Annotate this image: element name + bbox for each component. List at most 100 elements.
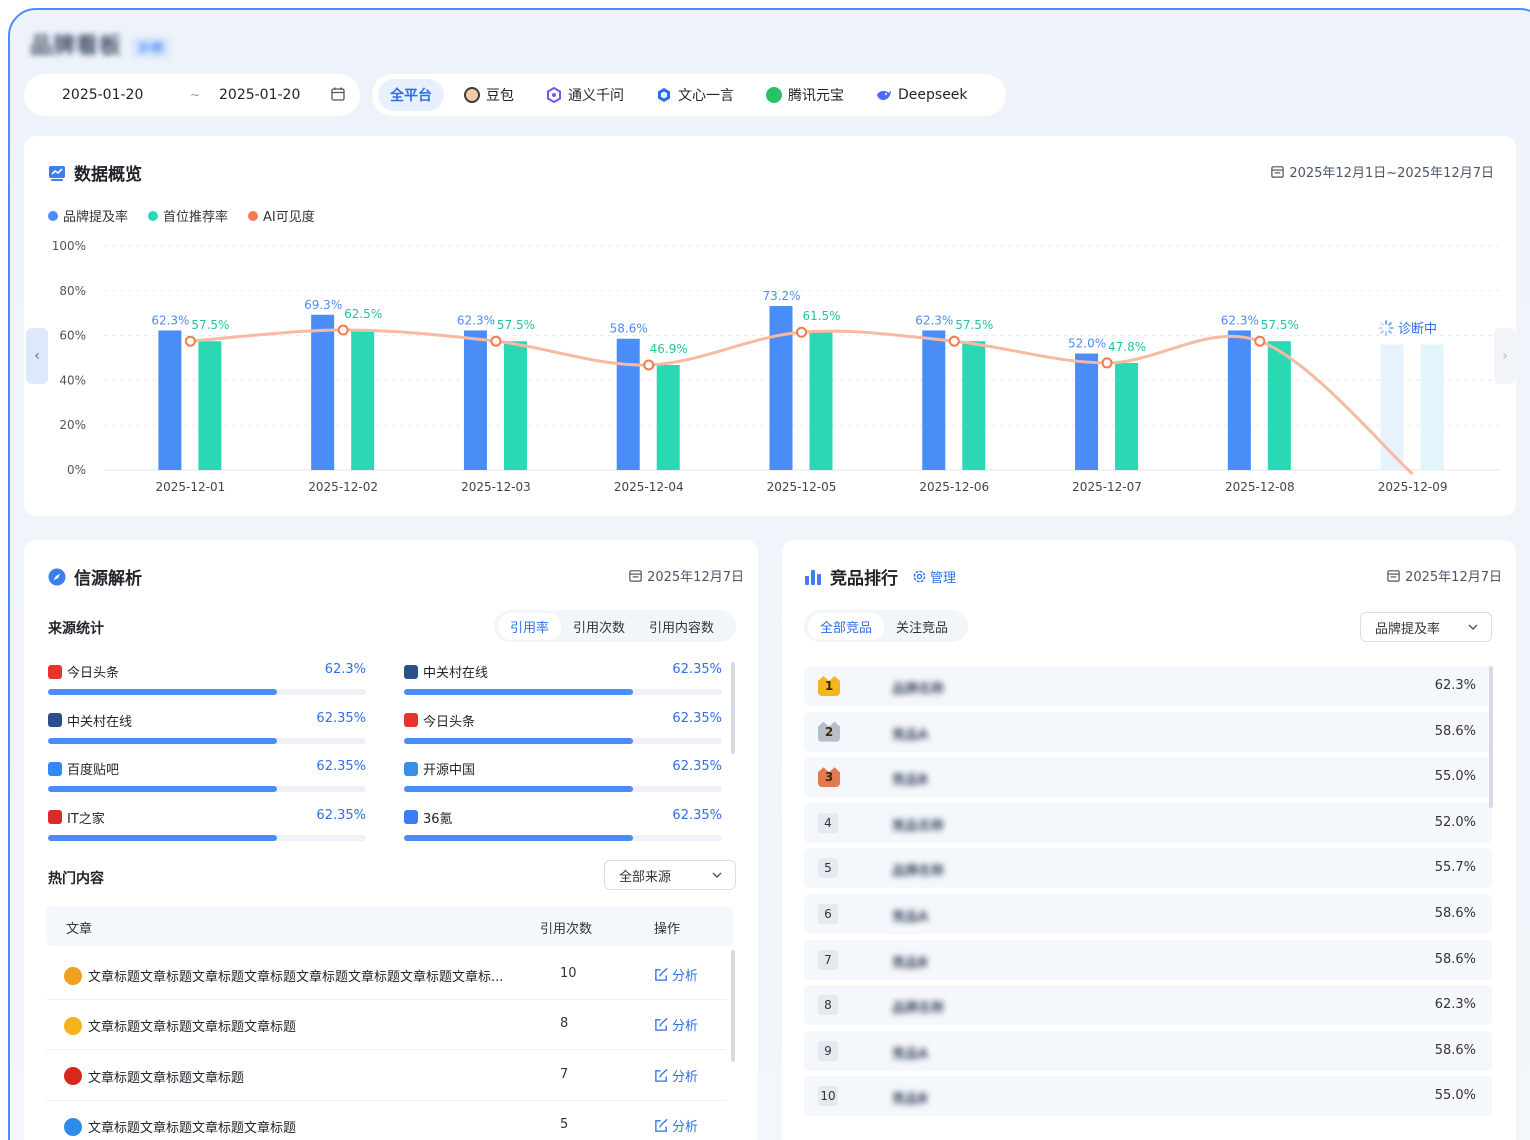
competitor-name: 品牌名称 bbox=[892, 682, 945, 697]
sina-icon bbox=[64, 966, 82, 985]
analyze-button[interactable]: 分析 bbox=[654, 1116, 698, 1135]
ai-visibility-point bbox=[1254, 335, 1266, 347]
ranking-row[interactable]: 2 竞品A 58.6% bbox=[804, 711, 1492, 752]
x-tick-label: 2025-12-03 bbox=[461, 480, 531, 494]
page-title-text: 品牌看板 bbox=[30, 34, 123, 59]
ranking-row[interactable]: 10 竞品B 55.0% bbox=[804, 1076, 1492, 1117]
metric-select[interactable]: 品牌提及率 bbox=[1360, 612, 1492, 642]
data-label: 57.5% bbox=[1261, 318, 1299, 332]
source-stat-item[interactable]: 中关村在线 62.35% bbox=[404, 662, 722, 702]
ranking-row[interactable]: 7 竞品B 58.6% bbox=[804, 939, 1492, 980]
article-title-text: 文章标题文章标题文章标题文章标题 bbox=[88, 1020, 297, 1036]
external-edit-icon bbox=[655, 1119, 668, 1132]
rank-number: 3 bbox=[824, 770, 834, 785]
tab-wenxin[interactable]: 文心一言 bbox=[644, 79, 746, 111]
bar-brand-mention bbox=[769, 306, 793, 470]
tab-all-platforms[interactable]: 全平台 bbox=[378, 79, 444, 111]
toutiao-icon bbox=[404, 713, 418, 727]
zol-icon bbox=[404, 664, 418, 679]
calendar-icon[interactable] bbox=[330, 86, 346, 102]
tab-citation-rate[interactable]: 引用率 bbox=[498, 612, 562, 640]
tab-deepseek[interactable]: Deepseek bbox=[864, 79, 980, 111]
data-label: 57.5% bbox=[497, 318, 535, 332]
competitor-name: 竞品B bbox=[892, 955, 928, 971]
tab-label: 豆包 bbox=[486, 88, 514, 104]
ithome-icon bbox=[48, 810, 62, 824]
source-name-text: 开源中国 bbox=[423, 763, 476, 778]
source-stat-item[interactable]: 今日头条 62.35% bbox=[404, 711, 722, 751]
source-stat-item[interactable]: 开源中国 62.35% bbox=[404, 759, 722, 799]
rank-number: 5 bbox=[824, 861, 832, 876]
tab-label: 全平台 bbox=[390, 88, 432, 104]
source-value: 62.35% bbox=[316, 710, 366, 726]
y-tick-label: 40% bbox=[59, 373, 86, 387]
competitor-value: 55.0% bbox=[1434, 769, 1476, 785]
ranking-row[interactable]: 8 品牌名称 62.3% bbox=[804, 985, 1492, 1026]
overview-chart: 0%20%40%60%80%100%2025-12-0162.3% 57.5%20… bbox=[52, 239, 1499, 494]
x-tick-label: 2025-12-06 bbox=[919, 480, 989, 494]
source-date[interactable]: 2025年12月7日 bbox=[628, 566, 744, 585]
table-scrollbar[interactable] bbox=[731, 950, 735, 1062]
source-card: 信源解析 2025年12月7日 来源统计 引用率 引用次数 引用内容数 今日头条… bbox=[24, 540, 758, 1140]
ranking-date[interactable]: 2025年12月7日 bbox=[1386, 566, 1502, 585]
source-stat-item[interactable]: 百度贴吧 62.35% bbox=[48, 759, 366, 799]
source-name: IT之家 bbox=[48, 808, 105, 827]
ranking-row[interactable]: 3 竞品B 55.0% bbox=[804, 757, 1492, 798]
article-title[interactable]: 文章标题文章标题文章标题文章标题文章标题文章标题文章标题文章标... bbox=[64, 966, 503, 985]
ai-visibility-point bbox=[337, 324, 349, 336]
progress-fill bbox=[48, 834, 277, 841]
tab-citation-count[interactable]: 引用次数 bbox=[561, 613, 637, 640]
chevron-right-icon: › bbox=[1502, 348, 1508, 364]
bar-top-recommend bbox=[198, 341, 222, 470]
source-stat-item[interactable]: 36氪 62.35% bbox=[404, 808, 722, 848]
progress-fill bbox=[404, 689, 633, 695]
source-stat-item[interactable]: 中关村在线 62.35% bbox=[48, 711, 366, 751]
tab-yuanbao[interactable]: 腾讯元宝 bbox=[754, 79, 856, 111]
progress-fill bbox=[48, 786, 277, 792]
tab-all-competitors[interactable]: 全部竞品 bbox=[808, 612, 885, 640]
data-label: 57.5% bbox=[191, 318, 229, 332]
rank-number: 2 bbox=[824, 724, 834, 739]
ranking-row[interactable]: 4 竞品名称 52.0% bbox=[804, 802, 1492, 843]
source-value: 62.3% bbox=[324, 662, 366, 677]
analyze-button[interactable]: 分析 bbox=[654, 1015, 698, 1034]
rank-number: 4 bbox=[824, 815, 832, 830]
ranking-row[interactable]: 6 竞品A 58.6% bbox=[804, 894, 1492, 934]
analyze-label: 分析 bbox=[672, 1019, 699, 1035]
manage-link[interactable]: 管理 bbox=[912, 567, 956, 586]
tab-citation-content[interactable]: 引用内容数 bbox=[637, 613, 726, 640]
end-date[interactable]: 2025-01-20 bbox=[219, 87, 300, 103]
bar-top-recommend bbox=[503, 341, 527, 470]
source-scrollbar[interactable] bbox=[731, 662, 735, 754]
source-stat-item[interactable]: 今日头条 62.3% bbox=[48, 662, 366, 702]
analyze-button[interactable]: 分析 bbox=[654, 965, 698, 984]
ranking-row[interactable]: 5 品牌名称 55.7% bbox=[804, 848, 1492, 889]
bar-brand-mention bbox=[616, 338, 640, 470]
tab-tongyi[interactable]: 通义千问 bbox=[534, 79, 636, 111]
ranking-row[interactable]: 9 竞品A 58.6% bbox=[804, 1030, 1492, 1071]
ranking-row[interactable]: 1 品牌名称 62.3% bbox=[804, 666, 1492, 706]
ranking-scrollbar[interactable] bbox=[1489, 666, 1493, 808]
tab-doubao[interactable]: 豆包 bbox=[452, 79, 526, 111]
tab-followed-competitors[interactable]: 关注竞品 bbox=[884, 613, 960, 640]
chart-prev-button[interactable]: ‹ bbox=[26, 328, 48, 384]
analyze-button[interactable]: 分析 bbox=[654, 1066, 698, 1085]
competitor-value: 55.0% bbox=[1434, 1088, 1476, 1104]
ranking-date-text: 2025年12月7日 bbox=[1405, 570, 1502, 585]
start-date[interactable]: 2025-01-20 bbox=[62, 87, 143, 103]
date-range-picker[interactable]: 2025-01-20 ~ 2025-01-20 bbox=[24, 74, 360, 116]
rank-medal-icon: 3 bbox=[818, 767, 840, 788]
source-stat-item[interactable]: IT之家 62.35% bbox=[48, 808, 366, 848]
dashboard-frame: 品牌看板 示例 2025-01-20 ~ 2025-01-20 全平台 豆包 通义… bbox=[8, 8, 1530, 1140]
chart-next-button[interactable]: › bbox=[1494, 328, 1516, 384]
source-value: 62.35% bbox=[672, 759, 722, 774]
article-title[interactable]: 文章标题文章标题文章标题 bbox=[64, 1067, 244, 1086]
calendar-icon bbox=[1387, 570, 1400, 582]
bar-top-recommend bbox=[962, 341, 986, 470]
diagnosing-status: 诊断中 bbox=[1378, 318, 1437, 337]
x-tick-label: 2025-12-07 bbox=[1072, 480, 1142, 494]
article-title[interactable]: 文章标题文章标题文章标题文章标题 bbox=[64, 1016, 296, 1035]
source-name-text: 百度贴吧 bbox=[67, 763, 120, 778]
source-filter-select[interactable]: 全部来源 bbox=[604, 860, 736, 890]
article-title[interactable]: 文章标题文章标题文章标题文章标题 bbox=[64, 1117, 296, 1136]
